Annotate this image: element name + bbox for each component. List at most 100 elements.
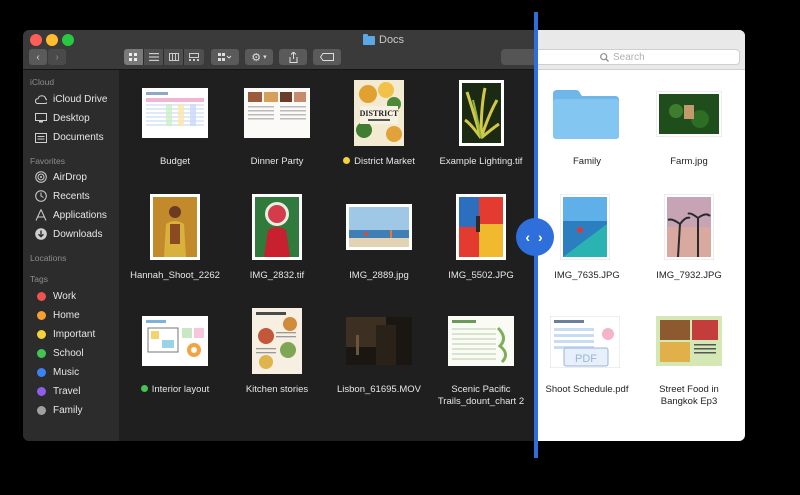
zoom-window-button[interactable]	[62, 34, 74, 46]
file-name: Hannah_Shoot_2262	[130, 270, 220, 281]
sidebar-tag-school[interactable]: School	[35, 345, 84, 361]
desktop-icon	[35, 112, 47, 124]
file-item[interactable]: Street Food in Bangkok Ep3	[634, 308, 744, 408]
file-name: Shoot Schedule.pdf	[545, 384, 629, 395]
file-name: District Market	[324, 156, 434, 168]
search-field-dark-part[interactable]	[501, 49, 536, 65]
file-item[interactable]: Farm.jpg	[634, 80, 744, 180]
sidebar-tag-label: Work	[53, 290, 77, 302]
edit-tags-button[interactable]	[313, 49, 341, 65]
gear-icon: ⚙	[251, 51, 262, 64]
file-item[interactable]: Dinner Party	[222, 80, 332, 180]
green-tag-dot-icon	[140, 385, 148, 392]
sidebar-tag-travel[interactable]: Travel	[35, 383, 80, 399]
minimize-window-button[interactable]	[46, 34, 58, 46]
file-name: IMG_7635.JPG	[554, 270, 620, 281]
video-thumbnail	[346, 317, 412, 365]
sidebar-section-icloud: iCloud	[30, 77, 55, 87]
group-icon	[218, 53, 232, 61]
clock-icon	[35, 190, 47, 202]
file-item[interactable]: Lisbon_61695.MOV	[324, 308, 434, 408]
sidebar-tag-important[interactable]: Important	[35, 326, 95, 342]
gallery-icon	[189, 53, 199, 61]
file-name: IMG_5502.JPG	[448, 270, 514, 281]
share-icon	[289, 51, 297, 63]
file-item[interactable]: PDF Shoot Schedule.pdf	[536, 308, 642, 408]
icon-view-button[interactable]	[124, 49, 144, 65]
search-icon	[600, 52, 609, 62]
close-window-button[interactable]	[30, 34, 42, 46]
chevron-right-icon: ›	[55, 51, 59, 63]
yellow-tag-dot-icon	[343, 157, 351, 164]
menu-document-thumbnail	[244, 88, 310, 138]
file-name: Interior layout	[120, 384, 230, 396]
window-title-label: Docs	[379, 34, 405, 46]
search-input[interactable]: Search	[536, 49, 740, 65]
view-mode-control	[124, 49, 204, 65]
file-name: Lisbon_61695.MOV	[337, 384, 421, 395]
sidebar-item-applications[interactable]: Applications	[35, 207, 107, 223]
sidebar-tag-music[interactable]: Music	[35, 364, 79, 380]
chevrons-left-right-icon: ‹ ›	[525, 229, 545, 245]
sidebar-tag-label: Family	[53, 404, 83, 416]
sidebar-item-label: Documents	[53, 131, 104, 143]
sidebar-item-recents[interactable]: Recents	[35, 188, 90, 204]
airdrop-icon	[35, 171, 47, 183]
file-item[interactable]: Example Lighting.tif	[426, 80, 536, 180]
sidebar-tag-work[interactable]: Work	[35, 288, 76, 304]
file-item[interactable]: IMG_7932.JPG	[634, 192, 744, 292]
finder-window-light: Search Family Farm.jpg IMG_7635.JPG IMG_…	[536, 30, 745, 441]
sidebar-tag-family[interactable]: Family	[35, 402, 82, 418]
sidebar-item-documents[interactable]: Documents	[35, 129, 104, 145]
file-item[interactable]: Hannah_Shoot_2262	[120, 192, 230, 292]
download-icon	[35, 228, 47, 240]
file-item[interactable]: Kitchen stories	[222, 308, 332, 408]
orange-tag-dot-icon	[36, 310, 46, 320]
file-item[interactable]: DISTRICT District Market	[324, 80, 434, 180]
file-name: IMG_2889.jpg	[349, 270, 409, 281]
column-view-button[interactable]	[164, 49, 184, 65]
file-item[interactable]: Interior layout	[120, 308, 230, 408]
sidebar-item-label: AirDrop	[53, 171, 87, 183]
photo-thumbnail	[560, 194, 610, 260]
file-name: Kitchen stories	[245, 384, 309, 395]
gallery-view-button[interactable]	[184, 49, 204, 65]
green-tag-dot-icon	[36, 348, 46, 358]
file-name: Dinner Party	[250, 156, 304, 167]
yellow-tag-dot-icon	[36, 329, 46, 339]
sidebar-item-icloud-drive[interactable]: iCloud Drive	[35, 91, 107, 107]
sidebar-item-desktop[interactable]: Desktop	[35, 110, 90, 126]
file-name: Farm.jpg	[670, 156, 708, 167]
list-view-button[interactable]	[144, 49, 164, 65]
photo-thumbnail	[664, 194, 714, 260]
folder-item[interactable]: Family	[536, 80, 642, 180]
sidebar-item-airdrop[interactable]: AirDrop	[35, 169, 87, 185]
sidebar-tag-home[interactable]: Home	[35, 307, 80, 323]
action-button[interactable]: ⚙ ▾	[245, 49, 273, 65]
file-name: IMG_7932.JPG	[656, 270, 722, 281]
split-handle[interactable]: ‹ ›	[516, 218, 554, 256]
forward-button[interactable]: ›	[48, 49, 66, 65]
share-button[interactable]	[279, 49, 307, 65]
file-item[interactable]: IMG_2832.tif	[222, 192, 332, 292]
back-button[interactable]: ‹	[29, 49, 47, 65]
sidebar-tag-label: School	[53, 347, 84, 359]
photo-thumbnail	[150, 194, 200, 260]
file-item[interactable]: Budget	[120, 80, 230, 180]
toolbar: Docs ‹ › ⚙ ▾	[23, 30, 536, 70]
sidebar-item-label: iCloud Drive	[53, 93, 108, 105]
svg-text:PDF: PDF	[575, 353, 597, 365]
grid-icon	[129, 52, 137, 61]
floorplan-thumbnail	[142, 316, 208, 366]
document-icon	[35, 131, 47, 143]
sidebar-tag-label: Home	[53, 309, 80, 321]
sidebar-section-favorites: Favorites	[30, 156, 65, 166]
file-name: Family	[573, 156, 601, 167]
file-item[interactable]: Scenic Pacific Trails_dount_chart 2	[426, 308, 536, 408]
file-item[interactable]: IMG_2889.jpg	[324, 192, 434, 292]
group-by-button[interactable]	[211, 49, 239, 65]
sidebar-section-locations: Locations	[30, 253, 67, 263]
sidebar-item-downloads[interactable]: Downloads	[35, 226, 102, 242]
screen: Docs ‹ › ⚙ ▾ iCloud iCloud Drive Desktop…	[0, 0, 800, 495]
sidebar-tag-label: Important	[53, 328, 96, 340]
